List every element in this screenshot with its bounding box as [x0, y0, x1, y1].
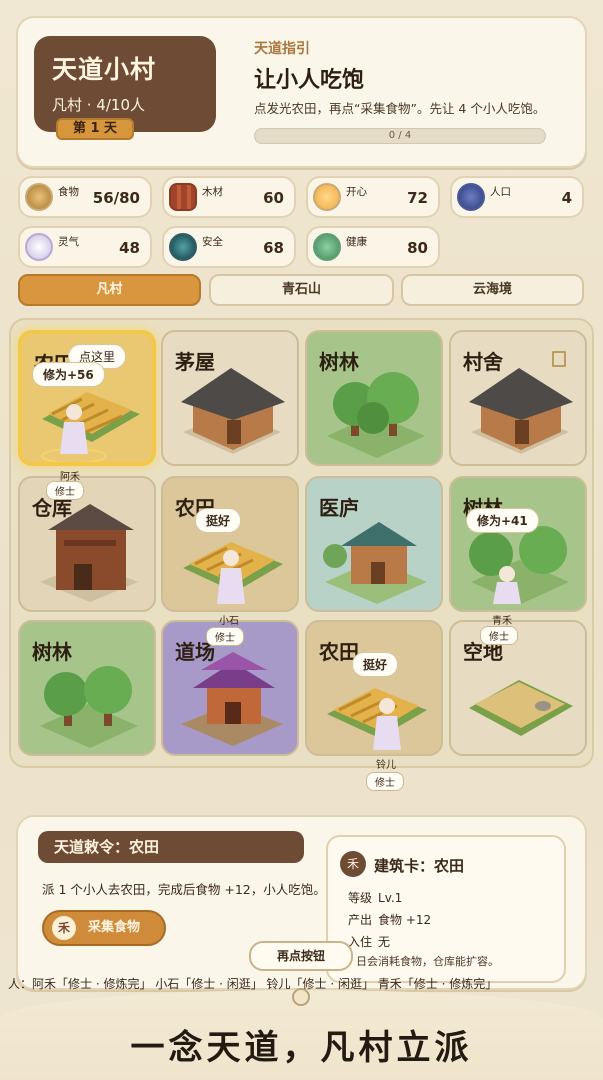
herb-icon: [313, 233, 341, 261]
mood-bubble: 挺好: [195, 508, 242, 533]
tile-forest-3[interactable]: 树林: [18, 620, 156, 756]
forest-illustration: [469, 526, 569, 604]
tile-forest-2[interactable]: 树林: [449, 476, 587, 612]
decree-title: 天道敕令：农田: [38, 831, 304, 863]
tab-fancun[interactable]: 凡村: [18, 274, 201, 306]
card-output-label: 产出: [348, 913, 373, 927]
farm-illustration: [327, 688, 427, 750]
smile-icon: [313, 183, 341, 211]
tile-empty-lot[interactable]: 空地: [449, 620, 587, 756]
grain-seal-icon: 禾: [52, 916, 76, 940]
tile-farm-3[interactable]: 农田: [305, 620, 443, 756]
building-card-title: 建筑卡：农田: [374, 857, 465, 875]
card-output-value: 食物 +12: [378, 913, 432, 927]
resource-label: 开心: [346, 186, 367, 198]
villager-name: 铃儿: [376, 760, 396, 771]
villager-name: 小石: [219, 616, 239, 627]
card-occupant-row: 入住无: [348, 933, 390, 950]
resource-value: 60: [263, 189, 284, 207]
resource-value: 48: [119, 239, 140, 257]
cottage-illustration: [469, 351, 573, 454]
resource-wood[interactable]: 木材 60: [162, 176, 296, 218]
resource-population[interactable]: 人口 4: [450, 176, 584, 218]
villager-role: 修士: [480, 626, 518, 645]
resource-label: 健康: [346, 236, 367, 248]
card-occupant-label: 入住: [348, 935, 373, 949]
guide-title: 让小人吃饱: [254, 68, 365, 93]
tile-cottage[interactable]: 村舍: [449, 330, 587, 466]
guide-label: 天道指引: [254, 41, 310, 57]
decree-description: 派 1 个小人去农田，完成后食物 +12，小人吃饱。: [42, 882, 326, 897]
tab-qingshishan[interactable]: 青石山: [209, 274, 394, 306]
tile-clinic[interactable]: 医庐: [305, 476, 443, 612]
header-panel: 天道小村 凡村 · 4/10人 第 1 天 天道指引 让小人吃饱 点发光农田，再…: [16, 16, 587, 168]
villager-name: 青禾: [492, 616, 512, 627]
tap-hand-icon: [292, 988, 310, 1006]
tile-farm-2[interactable]: 农田: [161, 476, 299, 612]
resource-happiness[interactable]: 开心 72: [306, 176, 440, 218]
card-level-label: 等级: [348, 891, 373, 905]
building-card: 禾 建筑卡：农田 等级 Lv.1 产出 食物 +12 入住无 日会消耗食物，仓库能扩…: [326, 835, 566, 983]
villager-role: 修士: [366, 772, 404, 791]
card-occupant-value: 无: [378, 935, 391, 949]
resource-health[interactable]: 健康 80: [306, 226, 440, 268]
collect-food-label: 采集食物: [88, 920, 141, 935]
cultivation-bubble: 修为+41: [466, 508, 539, 533]
resource-spirit[interactable]: 灵气 48: [18, 226, 152, 268]
grain-seal-icon: 禾: [340, 851, 366, 877]
tile-warehouse[interactable]: 仓库: [18, 476, 156, 612]
resource-label: 食物: [58, 186, 79, 198]
warehouse-illustration: [40, 504, 138, 602]
resource-label: 人口: [490, 186, 511, 198]
hut-illustration: [181, 368, 285, 454]
empty-lot-illustration: [469, 680, 573, 736]
villager-role: 修士: [46, 481, 84, 500]
resource-label: 灵气: [58, 236, 79, 248]
collect-food-button[interactable]: 禾 采集食物: [42, 910, 166, 946]
people-icon: [457, 183, 485, 211]
guide-progress-bar: 0 / 4: [254, 128, 546, 144]
shield-orb-icon: [169, 233, 197, 261]
farm-illustration: [183, 542, 283, 604]
clinic-illustration: [323, 522, 427, 604]
wheat-icon: [25, 183, 53, 211]
card-level-row: 等级 Lv.1: [348, 889, 402, 906]
resource-value: 68: [263, 239, 284, 257]
cultivation-bubble: 修为+56: [32, 362, 105, 387]
resource-safety[interactable]: 安全 68: [162, 226, 296, 268]
logs-icon: [169, 183, 197, 211]
forest-illustration: [40, 666, 138, 748]
guide-progress-text: 0 / 4: [388, 130, 412, 141]
card-footnote: 日会消耗食物，仓库能扩容。: [356, 955, 499, 968]
slogan: 一念天道，凡村立派: [130, 1028, 473, 1068]
card-level-value: Lv.1: [378, 891, 403, 905]
village-name: 天道小村: [52, 55, 157, 84]
resource-label: 木材: [202, 186, 223, 198]
resource-food[interactable]: 食物 56/80: [18, 176, 152, 218]
forest-illustration: [327, 372, 425, 458]
replay-button[interactable]: 再点按钮: [249, 941, 353, 971]
resource-value: 4: [561, 189, 572, 207]
villager-role: 修士: [206, 627, 244, 646]
tile-forest-1[interactable]: 树林: [305, 330, 443, 466]
guide-description: 点发光农田，再点“采集食物”。先让 4 个小人吃饱。: [254, 101, 546, 116]
resource-value: 72: [407, 189, 428, 207]
spirit-icon: [25, 233, 53, 261]
resource-value: 56/80: [92, 189, 140, 207]
tile-hut[interactable]: 茅屋: [161, 330, 299, 466]
mood-bubble: 挺好: [352, 652, 399, 677]
tab-yunhaijing[interactable]: 云海境: [401, 274, 584, 306]
resource-label: 安全: [202, 236, 223, 248]
resource-value: 80: [407, 239, 428, 257]
village-population: 凡村 · 4/10人: [52, 96, 145, 114]
day-badge: 第 1 天: [56, 118, 134, 140]
card-output-row: 产出 食物 +12: [348, 911, 431, 928]
